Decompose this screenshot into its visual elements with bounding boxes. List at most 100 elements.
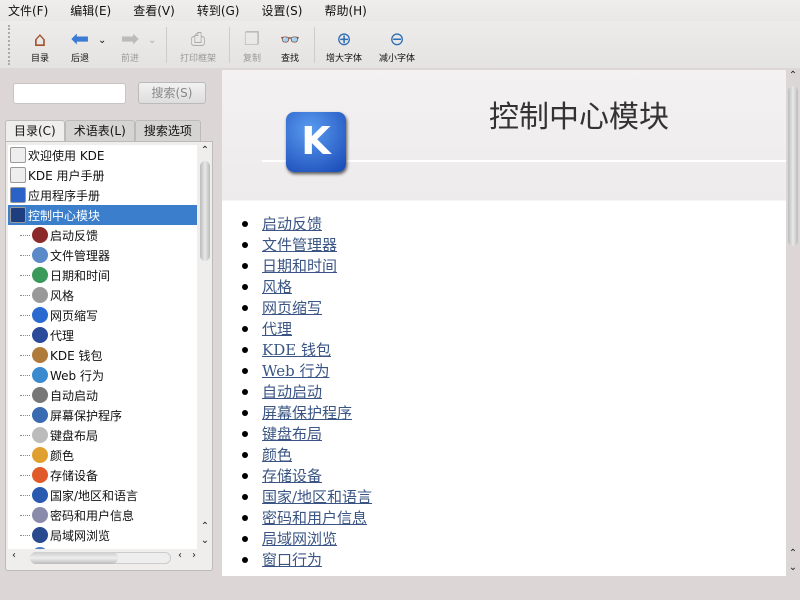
tab-contents[interactable]: 目录(C): [5, 120, 65, 142]
tree-item[interactable]: 启动反馈: [8, 225, 197, 245]
module-link[interactable]: 存储设备: [262, 465, 322, 486]
module-link[interactable]: 启动反馈: [262, 213, 322, 234]
module-link[interactable]: 日期和时间: [262, 255, 337, 276]
tree-item[interactable]: KDE 钱包: [8, 345, 197, 365]
module-link[interactable]: 国家/地区和语言: [262, 486, 372, 507]
module-link[interactable]: 键盘布局: [262, 423, 322, 444]
tree-item[interactable]: KDE 用户手册: [8, 165, 197, 185]
tree-item-label: 窗口行为: [50, 547, 98, 550]
module-link[interactable]: 颜色: [262, 444, 292, 465]
tree-item-label: Web 行为: [50, 368, 104, 383]
menu-go[interactable]: 转到(G): [197, 2, 240, 19]
list-item: 日期和时间: [242, 255, 786, 276]
list-item: 网页缩写: [242, 297, 786, 318]
tree-item[interactable]: 自动启动: [8, 385, 197, 405]
tree-item[interactable]: 存储设备: [8, 465, 197, 485]
tree-item[interactable]: 文件管理器: [8, 245, 197, 265]
module-link[interactable]: 屏幕保护程序: [262, 402, 352, 423]
tree-item[interactable]: 欢迎使用 KDE: [8, 145, 197, 165]
menu-edit[interactable]: 编辑(E): [70, 2, 111, 19]
tree-item[interactable]: 网页缩写: [8, 305, 197, 325]
tree-item-label: KDE 用户手册: [28, 168, 105, 183]
tree-horizontal-scrollbar[interactable]: ‹ ‹ ›: [8, 550, 212, 566]
module-icon: [32, 447, 48, 463]
tab-search-options[interactable]: 搜索选项: [134, 120, 201, 141]
find-button[interactable]: 👓 查找: [270, 21, 310, 65]
menu-bar: 文件(F) 编辑(E) 查看(V) 转到(G) 设置(S) 帮助(H): [0, 0, 800, 21]
search-input[interactable]: [13, 83, 126, 104]
menu-help[interactable]: 帮助(H): [324, 2, 366, 19]
tree-item[interactable]: 局域网浏览: [8, 525, 197, 545]
menu-file[interactable]: 文件(F): [8, 2, 48, 19]
tree-item[interactable]: 颜色: [8, 445, 197, 465]
list-item: 存储设备: [242, 465, 786, 486]
tree-item[interactable]: 窗口行为: [8, 545, 197, 549]
menu-view[interactable]: 查看(V): [133, 2, 175, 19]
scroll-up-icon[interactable]: ⌃: [198, 145, 212, 157]
tree-item-label: 代理: [50, 328, 75, 343]
forward-history-dropdown[interactable]: ⌄: [148, 21, 162, 46]
module-link[interactable]: 局域网浏览: [262, 528, 337, 549]
print-frame-button[interactable]: ⎙ 打印框架: [171, 21, 225, 65]
module-link[interactable]: 密码和用户信息: [262, 507, 367, 528]
tree-item-label: 欢迎使用 KDE: [28, 148, 105, 163]
tree-item[interactable]: 密码和用户信息: [8, 505, 197, 525]
tree-vertical-scrollbar[interactable]: ⌃ ⌃ ⌄: [198, 145, 212, 549]
tree-item-label: 风格: [50, 288, 75, 303]
tree-item[interactable]: 屏幕保护程序: [8, 405, 197, 425]
module-link[interactable]: Web 行为: [262, 360, 329, 381]
list-item: 文件管理器: [242, 234, 786, 255]
module-icon: [32, 247, 48, 263]
scroll-down-icon[interactable]: ⌄: [786, 562, 800, 574]
list-item: 密码和用户信息: [242, 507, 786, 528]
back-history-dropdown[interactable]: ⌄: [98, 21, 112, 46]
tree-item[interactable]: 代理: [8, 325, 197, 345]
tree-item[interactable]: 国家/地区和语言: [8, 485, 197, 505]
scrollbar-thumb[interactable]: [30, 552, 118, 564]
forward-button[interactable]: ➡ 前进: [112, 21, 148, 65]
module-link[interactable]: 代理: [262, 318, 292, 339]
module-link[interactable]: 自动启动: [262, 381, 322, 402]
tree-item[interactable]: Web 行为: [8, 365, 197, 385]
module-link[interactable]: KDE 钱包: [262, 339, 331, 360]
search-button[interactable]: 搜索(S): [138, 82, 206, 104]
back-button[interactable]: ⬅ 后退: [62, 21, 98, 65]
scroll-up-icon[interactable]: ⌃: [786, 70, 800, 82]
module-link[interactable]: 窗口行为: [262, 549, 322, 570]
zoom-out-button[interactable]: ⊖ 减小字体: [369, 21, 425, 65]
module-link[interactable]: 网页缩写: [262, 297, 322, 318]
tree-item[interactable]: 应用程序手册: [8, 185, 197, 205]
contents-button[interactable]: ⌂ 目录: [18, 21, 62, 64]
navigation-panel: 搜索(S) 目录(C) 术语表(L) 搜索选项 欢迎使用 KDE KDE 用户手册…: [0, 68, 219, 576]
printer-icon: ⎙: [190, 28, 206, 50]
scroll-right-icon[interactable]: ›: [192, 550, 196, 562]
document-vertical-scrollbar[interactable]: ⌃ ⌃ ⌄: [786, 70, 800, 576]
copy-button[interactable]: ❐ 复制: [234, 21, 270, 65]
zoom-in-button[interactable]: ⊕ 增大字体: [319, 21, 369, 65]
document-view: K 控制中心模块 启动反馈 文件管理器 日期和时间 风格 网页缩写 代理 KDE 钱包 Web…: [222, 70, 786, 576]
contents-tree: 欢迎使用 KDE KDE 用户手册应用程序手册 控制中心模块 启动反馈 文件管理器日期和…: [8, 145, 197, 549]
scroll-left-icon[interactable]: ‹: [178, 550, 182, 562]
tree-item-label: 日期和时间: [50, 268, 111, 283]
module-link[interactable]: 文件管理器: [262, 234, 337, 255]
module-link[interactable]: 风格: [262, 276, 292, 297]
binoculars-icon: 👓: [280, 29, 300, 49]
toolbar-grip[interactable]: [8, 25, 12, 65]
scrollbar-thumb[interactable]: [788, 86, 798, 246]
scroll-down-icon[interactable]: ⌄: [198, 535, 212, 547]
module-icon: [32, 487, 48, 503]
menu-settings[interactable]: 设置(S): [261, 2, 302, 19]
tree-item[interactable]: 风格: [8, 285, 197, 305]
tree-item[interactable]: 键盘布局: [8, 425, 197, 445]
scroll-up-icon[interactable]: ⌃: [786, 548, 800, 560]
tree-item[interactable]: 日期和时间: [8, 265, 197, 285]
tree-item[interactable]: 控制中心模块: [8, 205, 197, 225]
list-item: 屏幕保护程序: [242, 402, 786, 423]
module-icon: [32, 287, 48, 303]
tab-glossary[interactable]: 术语表(L): [64, 120, 135, 141]
module-icon: [32, 227, 48, 243]
scroll-left-icon[interactable]: ‹: [12, 550, 16, 562]
scrollbar-thumb[interactable]: [200, 161, 210, 261]
contents-tree-frame: 欢迎使用 KDE KDE 用户手册应用程序手册 控制中心模块 启动反馈 文件管理器日期和…: [5, 141, 213, 571]
scroll-up-icon[interactable]: ⌃: [198, 521, 212, 533]
